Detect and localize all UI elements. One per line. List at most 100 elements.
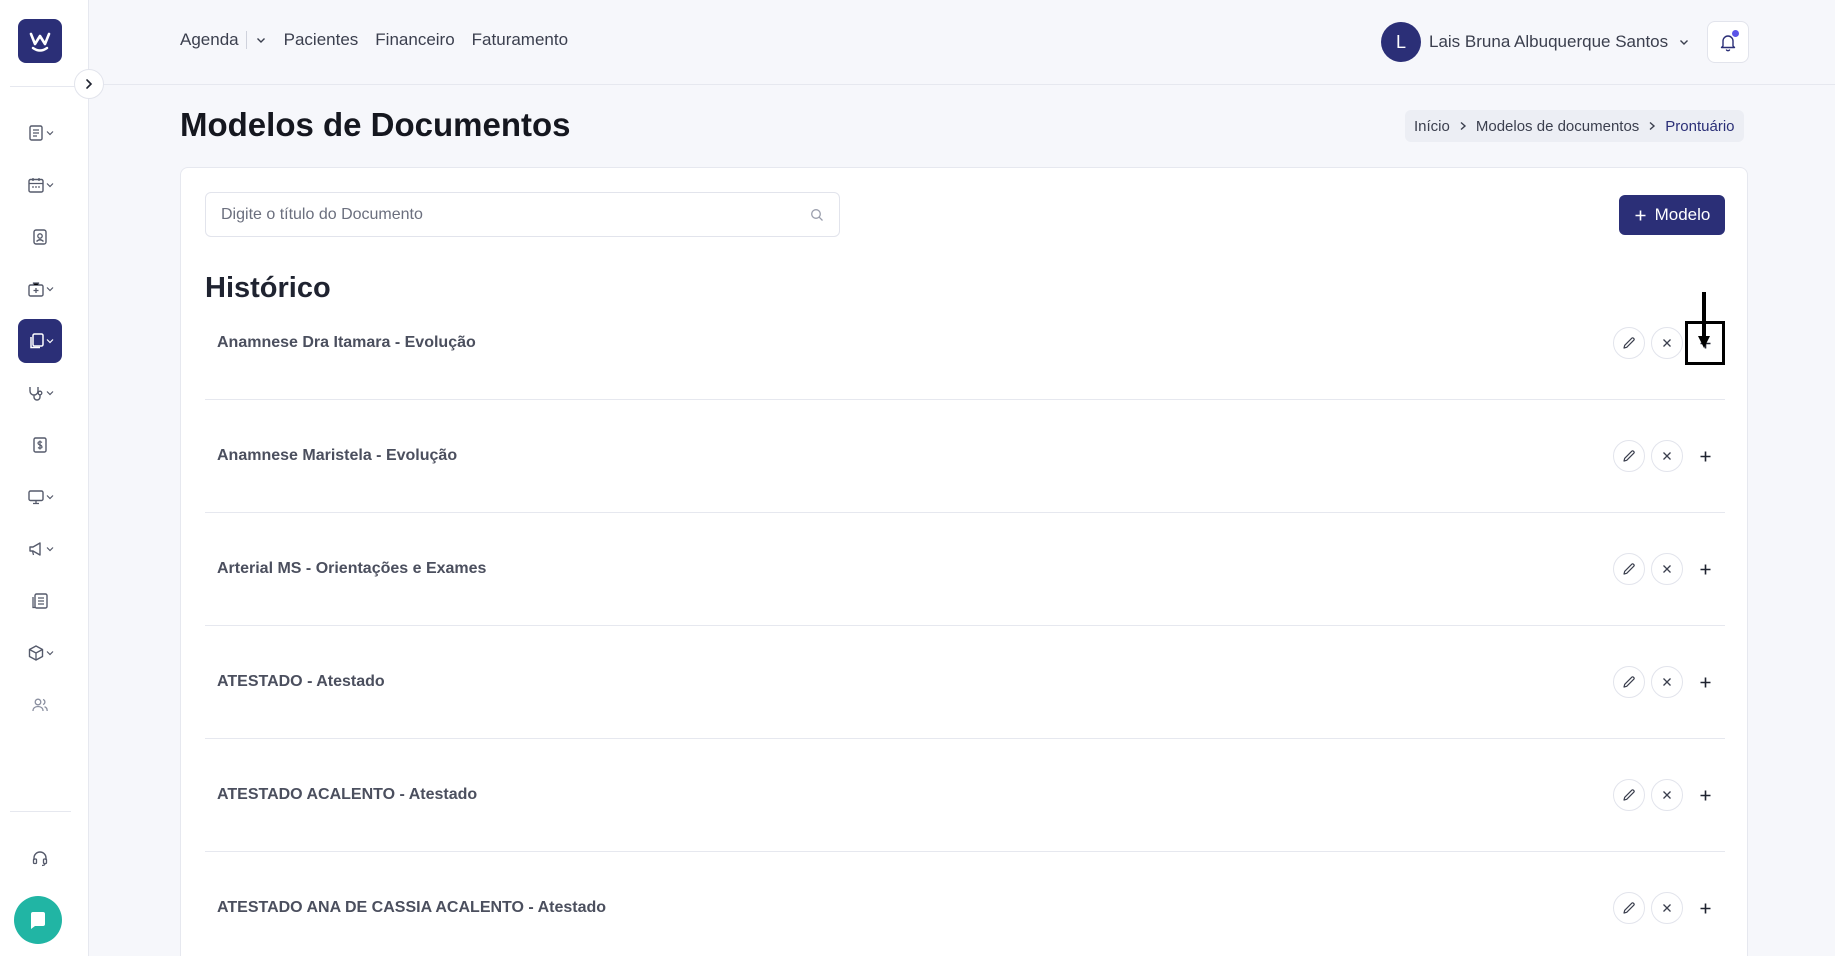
documents-card: Modelo Histórico Anamnese Dra Itamara - … <box>180 167 1748 956</box>
document-title[interactable]: ATESTADO - Atestado <box>217 673 385 691</box>
close-icon <box>1663 904 1671 912</box>
chat-button[interactable] <box>14 896 62 944</box>
chevron-down-icon <box>46 391 53 396</box>
document-title[interactable]: Arterial MS - Orientações e Exames <box>217 560 486 578</box>
support-button[interactable] <box>18 836 62 880</box>
sidebar-item-inventory[interactable] <box>18 631 62 675</box>
add-button[interactable] <box>1689 666 1721 698</box>
row-actions <box>1613 892 1721 924</box>
document-title[interactable]: ATESTADO ANA DE CASSIA ACALENTO - Atesta… <box>217 899 606 917</box>
pencil-icon <box>1623 337 1635 349</box>
delete-button[interactable] <box>1651 666 1683 698</box>
sidebar-item-users[interactable] <box>18 683 62 727</box>
nav-faturamento[interactable]: Faturamento <box>472 30 568 50</box>
row-actions <box>1613 666 1721 698</box>
search-icon <box>811 208 823 221</box>
sidebar-item-calendar[interactable] <box>18 163 62 207</box>
close-icon <box>1663 565 1671 573</box>
sidebar-item-marketing[interactable] <box>18 527 62 571</box>
chevron-down-icon <box>46 339 53 344</box>
add-button[interactable] <box>1689 892 1721 924</box>
chevron-down-icon <box>1680 40 1689 45</box>
sidebar-item-medical-bag[interactable] <box>18 267 62 311</box>
document-row[interactable]: ATESTADO - Atestado <box>205 626 1725 739</box>
patient-card-icon <box>33 229 47 245</box>
chevron-down-icon <box>46 287 53 292</box>
row-actions <box>1613 779 1721 811</box>
topbar: Agenda Pacientes Financeiro Faturamento … <box>90 0 1835 85</box>
report-icon <box>32 593 48 609</box>
chevron-right-icon <box>86 79 93 89</box>
delete-button[interactable] <box>1651 892 1683 924</box>
delete-button[interactable] <box>1651 779 1683 811</box>
chat-icon <box>31 912 45 929</box>
edit-button[interactable] <box>1613 327 1645 359</box>
chevron-down-icon <box>46 547 53 552</box>
edit-button[interactable] <box>1613 440 1645 472</box>
nav-pacientes[interactable]: Pacientes <box>284 30 359 50</box>
pencil-icon <box>1623 450 1635 462</box>
sidebar-divider <box>10 86 78 87</box>
document-row[interactable]: Arterial MS - Orientações e Exames <box>205 513 1725 626</box>
page-title: Modelos de Documentos <box>180 106 571 143</box>
headset-icon <box>32 851 48 867</box>
add-button[interactable] <box>1689 553 1721 585</box>
app-logo[interactable] <box>18 19 62 63</box>
documents-icon <box>29 333 44 349</box>
breadcrumb: Início Modelos de documentos Prontuário <box>1405 110 1744 142</box>
medical-bag-icon <box>27 282 44 297</box>
add-model-button[interactable]: Modelo <box>1619 195 1725 235</box>
sidebar-item-financial[interactable] <box>18 423 62 467</box>
delete-button[interactable] <box>1651 553 1683 585</box>
close-icon <box>1663 452 1671 460</box>
nav-financeiro[interactable]: Financeiro <box>375 30 454 50</box>
pencil-icon <box>1623 902 1635 914</box>
dollar-icon <box>33 437 47 453</box>
notifications-button[interactable] <box>1707 21 1749 63</box>
sidebar-collapse-button[interactable] <box>74 69 104 99</box>
close-icon <box>1663 339 1671 347</box>
chevron-right-icon <box>1458 121 1468 131</box>
sidebar <box>0 0 89 956</box>
document-title[interactable]: Anamnese Dra Itamara - Evolução <box>217 334 476 352</box>
top-navigation: Agenda Pacientes Financeiro Faturamento <box>180 30 585 50</box>
user-name: Lais Bruna Albuquerque Santos <box>1429 32 1669 51</box>
breadcrumb-models[interactable]: Modelos de documentos <box>1476 118 1639 135</box>
sidebar-item-patient-card[interactable] <box>18 215 62 259</box>
sidebar-item-monitor[interactable] <box>18 475 62 519</box>
close-icon <box>1663 678 1671 686</box>
sidebar-item-records[interactable] <box>18 111 62 155</box>
logo-icon <box>29 32 51 52</box>
document-row[interactable]: Anamnese Maristela - Evolução <box>205 400 1725 513</box>
arrow-down-icon <box>1698 292 1710 348</box>
sidebar-item-reports[interactable] <box>18 579 62 623</box>
notification-dot <box>1732 30 1739 37</box>
user-menu[interactable]: L Lais Bruna Albuquerque Santos <box>1381 22 1690 62</box>
pencil-icon <box>1623 563 1635 575</box>
delete-button[interactable] <box>1651 440 1683 472</box>
add-button[interactable] <box>1689 440 1721 472</box>
document-row[interactable]: ATESTADO ACALENTO - Atestado <box>205 739 1725 852</box>
plus-icon <box>1635 210 1646 220</box>
search-input[interactable] <box>221 205 810 224</box>
document-row[interactable]: ATESTADO ANA DE CASSIA ACALENTO - Atesta… <box>205 852 1725 956</box>
chevron-down-icon <box>256 38 265 43</box>
calendar-icon <box>27 178 44 193</box>
edit-button[interactable] <box>1613 553 1645 585</box>
row-actions <box>1613 440 1721 472</box>
delete-button[interactable] <box>1651 327 1683 359</box>
edit-button[interactable] <box>1613 779 1645 811</box>
breadcrumb-home[interactable]: Início <box>1414 118 1450 135</box>
document-row[interactable]: Anamnese Dra Itamara - Evolução <box>205 287 1725 400</box>
pencil-icon <box>1623 789 1635 801</box>
document-title[interactable]: ATESTADO ACALENTO - Atestado <box>217 786 477 804</box>
nav-agenda[interactable]: Agenda <box>180 30 239 50</box>
plus-icon <box>1700 564 1710 574</box>
agenda-dropdown[interactable] <box>255 34 267 46</box>
sidebar-item-stethoscope[interactable] <box>18 371 62 415</box>
edit-button[interactable] <box>1613 666 1645 698</box>
sidebar-item-documents[interactable] <box>18 319 62 363</box>
document-title[interactable]: Anamnese Maristela - Evolução <box>217 447 457 465</box>
add-button[interactable] <box>1689 779 1721 811</box>
edit-button[interactable] <box>1613 892 1645 924</box>
